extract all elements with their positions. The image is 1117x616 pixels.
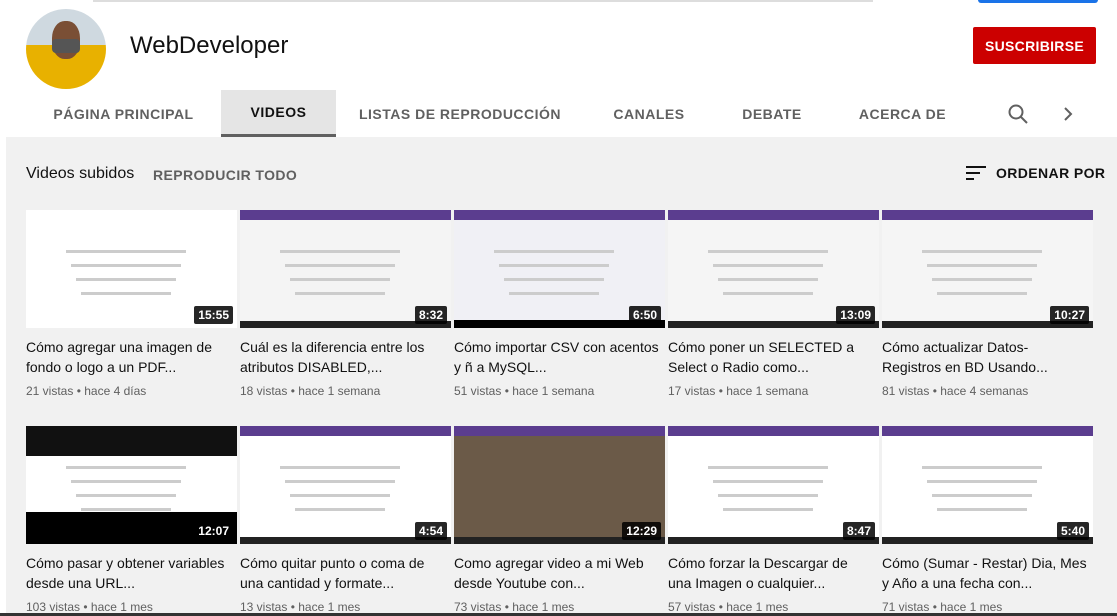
video-card[interactable]: 15:55 Cómo agregar una imagen de fondo o… [26,210,237,398]
video-thumbnail[interactable]: 12:07 [26,426,237,544]
video-card[interactable]: 5:40 Cómo (Sumar - Restar) Dia, Mes y Añ… [882,426,1093,614]
play-all-button[interactable]: REPRODUCIR TODO [153,167,297,183]
channel-tabs: PÁGINA PRINCIPAL VIDEOS LISTAS DE REPROD… [0,90,1117,137]
duration-badge: 12:29 [622,522,661,540]
tab-discussion[interactable]: DEBATE [728,90,816,137]
video-meta: 81 vistas • hace 4 semanas [882,384,1029,398]
video-title[interactable]: Cuál es la diferencia entre los atributo… [240,337,445,377]
video-meta: 13 vistas • hace 1 mes [240,600,361,614]
video-thumbnail[interactable]: 13:09 [668,210,879,328]
video-card[interactable]: 8:32 Cuál es la diferencia entre los atr… [240,210,451,398]
video-thumbnail[interactable]: 4:54 [240,426,451,544]
video-title[interactable]: Cómo (Sumar - Restar) Dia, Mes y Año a u… [882,553,1087,593]
video-card[interactable]: 12:07 Cómo pasar y obtener variables des… [26,426,237,614]
video-thumbnail[interactable]: 8:47 [668,426,879,544]
duration-badge: 8:32 [414,306,447,324]
video-thumbnail[interactable]: 8:32 [240,210,451,328]
video-meta: 17 vistas • hace 1 semana [668,384,809,398]
video-meta: 57 vistas • hace 1 mes [668,600,789,614]
channel-name: WebDeveloper [130,32,289,59]
duration-badge: 13:09 [836,306,875,324]
video-meta: 21 vistas • hace 4 días [26,384,147,398]
video-card[interactable]: 12:29 Como agregar video a mi Web desde … [454,426,665,614]
video-meta: 18 vistas • hace 1 semana [240,384,381,398]
duration-badge: 12:07 [194,522,233,540]
video-meta: 103 vistas • hace 1 mes [26,600,153,614]
duration-badge: 4:54 [414,522,447,540]
tab-videos[interactable]: VIDEOS [221,90,336,137]
chevron-right-icon[interactable] [1058,104,1078,124]
video-card[interactable]: 6:50 Cómo importar CSV con acentos y ñ a… [454,210,665,398]
duration-badge: 15:55 [194,306,233,324]
video-meta: 71 vistas • hace 1 mes [882,600,1003,614]
tab-playlists[interactable]: LISTAS DE REPRODUCCIÓN [350,90,570,137]
video-title[interactable]: Cómo pasar y obtener variables desde una… [26,553,231,593]
search-icon[interactable] [1006,102,1030,126]
video-title[interactable]: Cómo importar CSV con acentos y ñ a MySQ… [454,337,659,377]
video-thumbnail[interactable]: 10:27 [882,210,1093,328]
duration-badge: 10:27 [1050,306,1089,324]
video-title[interactable]: Cómo actualizar Datos-Registros en BD Us… [882,337,1087,377]
video-card[interactable]: 4:54 Cómo quitar punto o coma de una can… [240,426,451,614]
top-button-edge [978,0,1098,3]
video-card[interactable]: 13:09 Cómo poner un SELECTED a Select o … [668,210,879,398]
video-title[interactable]: Cómo poner un SELECTED a Select o Radio … [668,337,873,377]
video-thumbnail[interactable]: 6:50 [454,210,665,328]
video-thumbnail[interactable]: 15:55 [26,210,237,328]
top-divider [93,0,873,2]
tab-channels[interactable]: CANALES [600,90,698,137]
section-title: Videos subidos [26,165,135,182]
video-thumbnail[interactable]: 12:29 [454,426,665,544]
channel-avatar[interactable] [26,9,106,89]
duration-badge: 5:40 [1056,522,1089,540]
video-meta: 51 vistas • hace 1 semana [454,384,595,398]
tab-about[interactable]: ACERCA DE [845,90,960,137]
video-card[interactable]: 8:47 Cómo forzar la Descargar de una Ima… [668,426,879,614]
video-title[interactable]: Cómo quitar punto o coma de una cantidad… [240,553,445,593]
video-thumbnail[interactable]: 5:40 [882,426,1093,544]
video-title[interactable]: Como agregar video a mi Web desde Youtub… [454,553,659,593]
video-meta: 73 vistas • hace 1 mes [454,600,575,614]
sort-button[interactable]: ORDENAR POR [996,165,1105,181]
duration-badge: 6:50 [628,306,661,324]
tab-home[interactable]: PÁGINA PRINCIPAL [40,90,207,137]
video-title[interactable]: Cómo forzar la Descargar de una Imagen o… [668,553,873,593]
video-title[interactable]: Cómo agregar una imagen de fondo o logo … [26,337,231,377]
sort-icon[interactable] [964,162,988,186]
video-card[interactable]: 10:27 Cómo actualizar Datos-Registros en… [882,210,1093,398]
duration-badge: 8:47 [842,522,875,540]
subscribe-button[interactable]: SUSCRIBIRSE [973,27,1096,64]
